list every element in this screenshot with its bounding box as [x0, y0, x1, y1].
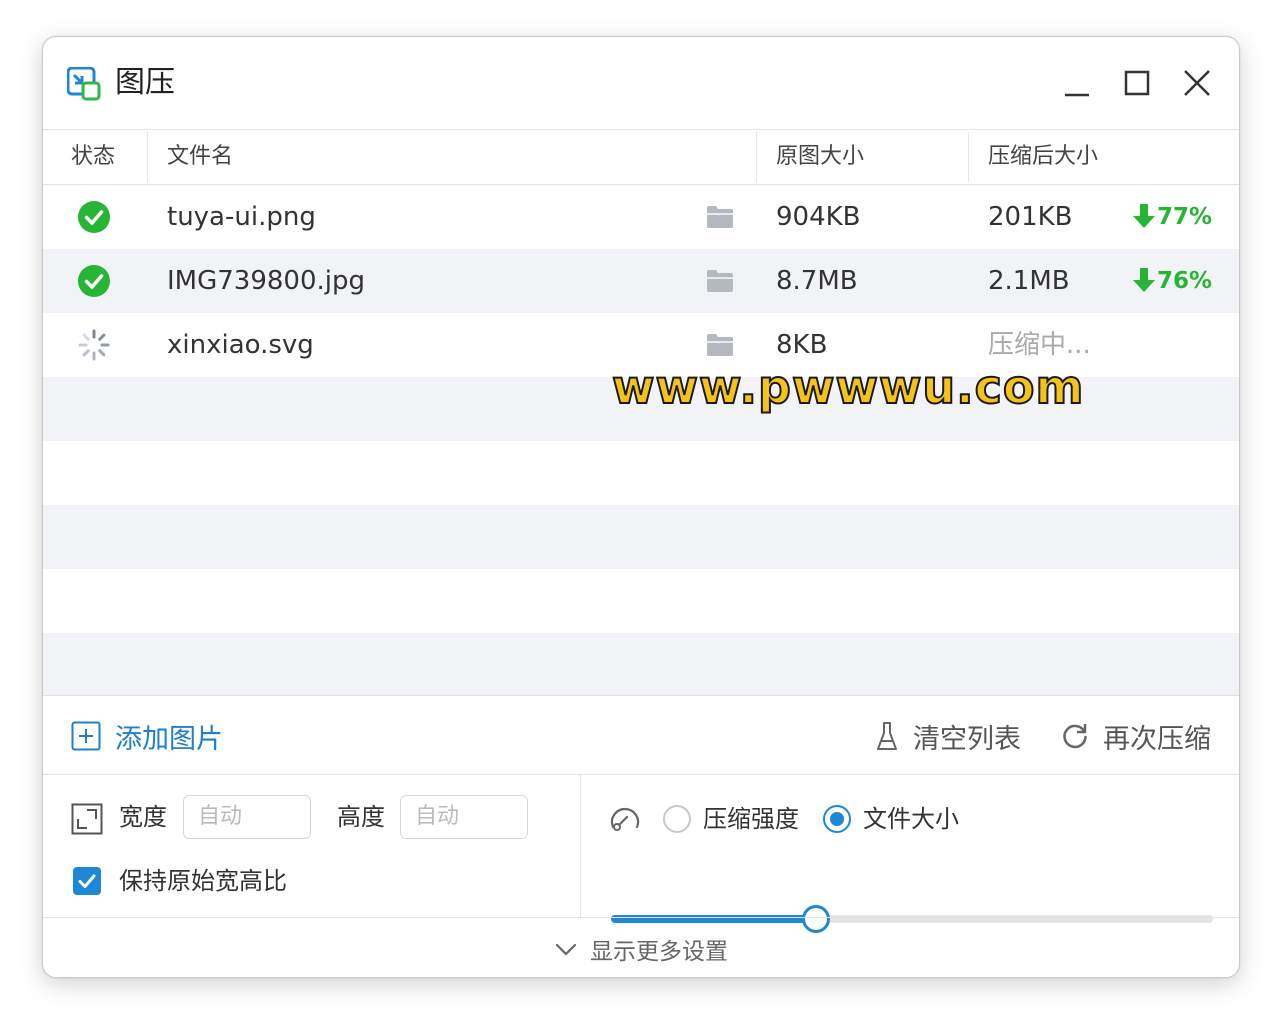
show-more-settings-label: 显示更多设置	[590, 939, 728, 965]
empty-row	[43, 633, 1239, 695]
reduction-ratio-value: 76%	[1157, 268, 1213, 294]
keep-ratio-checkbox[interactable]	[73, 867, 101, 895]
recompress-label: 再次压缩	[1103, 723, 1211, 755]
title-bar: 图压	[43, 37, 1239, 129]
mode-radio-filesize[interactable]	[823, 805, 851, 833]
height-input[interactable]: 自动	[400, 795, 528, 839]
minimize-button[interactable]	[1059, 65, 1095, 101]
column-divider[interactable]	[756, 132, 757, 182]
show-more-settings-button[interactable]: 显示更多设置	[43, 918, 1239, 977]
checkmark-icon	[78, 874, 96, 888]
folder-icon[interactable]	[707, 206, 733, 228]
clear-list-label: 清空列表	[913, 723, 1021, 755]
file-name: tuya-ui.png	[167, 202, 316, 232]
loading-spinner-icon	[78, 329, 110, 361]
folder-icon[interactable]	[707, 334, 733, 356]
width-label: 宽度	[119, 803, 167, 831]
empty-row	[43, 569, 1239, 633]
arrow-down-icon	[1133, 267, 1155, 292]
panel-divider	[580, 775, 581, 917]
empty-row	[43, 505, 1239, 569]
add-image-label: 添加图片	[115, 723, 223, 755]
clear-list-button[interactable]: 清空列表	[875, 716, 1021, 756]
column-header-compressed-size[interactable]: 压缩后大小	[988, 130, 1098, 184]
watermark-text: www.pwwwu.com	[611, 359, 1085, 415]
check-circle-icon	[78, 265, 110, 297]
table-header: 状态 文件名 原图大小 压缩后大小	[43, 129, 1239, 185]
settings-panel: 宽度 自动 高度 自动 保持原始宽高比 压缩强度 文件大小	[43, 775, 1239, 933]
app-window: 图压 状态 文件名 原图大小 压缩后大小 tuya-ui.png 904KB 2…	[42, 36, 1240, 978]
column-header-status[interactable]: 状态	[71, 130, 115, 184]
app-logo-icon	[67, 67, 101, 101]
plus-square-icon	[71, 721, 101, 751]
compressed-size: 2.1MB	[988, 266, 1070, 296]
broom-icon	[877, 722, 897, 750]
width-input[interactable]: 自动	[183, 795, 311, 839]
compressed-size: 201KB	[988, 202, 1073, 232]
action-bar: 添加图片 清空列表 再次压缩	[43, 695, 1239, 775]
refresh-icon	[1063, 724, 1087, 749]
close-button[interactable]	[1179, 65, 1215, 101]
table-row[interactable]: tuya-ui.png 904KB 201KB 77%	[43, 185, 1239, 249]
file-list: tuya-ui.png 904KB 201KB 77% IMG739800.jp…	[43, 185, 1239, 695]
column-header-filename[interactable]: 文件名	[167, 130, 233, 184]
empty-row	[43, 441, 1239, 505]
resize-icon	[71, 803, 103, 835]
mode-label-filesize[interactable]: 文件大小	[863, 803, 959, 835]
arrow-down-icon	[1133, 203, 1155, 228]
original-size: 904KB	[776, 202, 861, 232]
original-size: 8.7MB	[776, 266, 858, 296]
column-header-original-size[interactable]: 原图大小	[776, 130, 864, 184]
reduction-ratio-value: 77%	[1157, 204, 1213, 230]
folder-icon[interactable]	[707, 270, 733, 292]
reduction-ratio: 76%	[1133, 249, 1212, 313]
recompress-button[interactable]: 再次压缩	[1061, 716, 1211, 756]
mode-label-strength[interactable]: 压缩强度	[703, 803, 799, 835]
column-divider[interactable]	[968, 132, 969, 182]
gauge-icon	[610, 807, 640, 831]
add-image-button[interactable]: 添加图片	[71, 716, 223, 756]
check-circle-icon	[78, 201, 110, 233]
maximize-button[interactable]	[1119, 65, 1155, 101]
table-row[interactable]: IMG739800.jpg 8.7MB 2.1MB 76%	[43, 249, 1239, 313]
keep-ratio-label[interactable]: 保持原始宽高比	[119, 865, 287, 897]
column-divider[interactable]	[147, 132, 148, 182]
chevron-down-icon	[555, 943, 577, 956]
file-name: xinxiao.svg	[167, 330, 314, 360]
reduction-ratio: 77%	[1133, 185, 1212, 249]
app-title: 图压	[115, 65, 175, 100]
file-name: IMG739800.jpg	[167, 266, 365, 296]
mode-radio-strength[interactable]	[663, 805, 691, 833]
height-label: 高度	[337, 803, 385, 831]
footer-bar: 显示更多设置	[43, 917, 1239, 977]
